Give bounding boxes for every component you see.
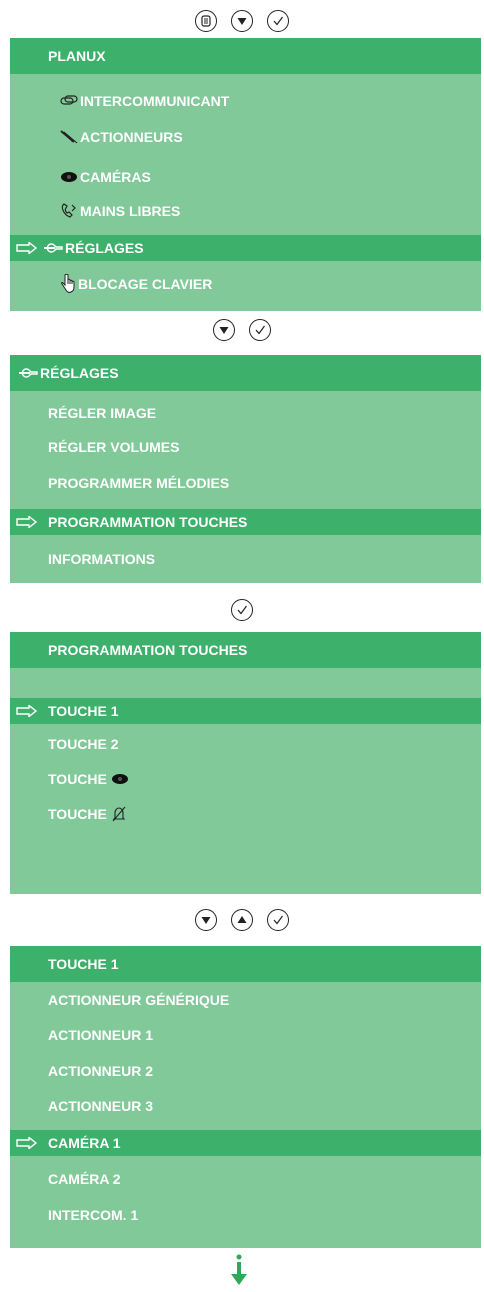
down-button[interactable] [231,10,253,32]
menu-button[interactable] [195,10,217,32]
menu-item-label: MAINS LIBRES [80,203,181,219]
down-button[interactable] [213,319,235,341]
menu-item-intercom-1[interactable]: INTERCOM. 1 [10,1202,481,1228]
menu-item-label: RÉGLER IMAGE [48,405,157,421]
menu-item-label: INTERCOM. 1 [48,1207,139,1223]
menu-item-label: CAMÉRA 1 [48,1135,121,1151]
wrench-icon [18,368,38,378]
button-row-3 [0,599,484,621]
menu-item-actionneur-generique[interactable]: ACTIONNEUR GÉNÉRIQUE [10,987,481,1013]
confirm-button[interactable] [267,909,289,931]
button-row-4 [0,909,484,931]
triangle-down-icon [201,917,211,924]
menu-item-actionneurs[interactable]: ACTIONNEURS [10,124,481,150]
button-row-2 [0,319,484,341]
down-button[interactable] [195,909,217,931]
check-icon [255,325,265,335]
screen-title: PLANUX [10,38,481,74]
selection-arrow-icon [16,705,38,717]
menu-item-programmation-touches[interactable]: PROGRAMMATION TOUCHES [10,509,481,535]
confirm-button[interactable] [267,10,289,32]
menu-item-touche-bell-off[interactable]: TOUCHE [10,801,481,827]
menu-item-label: CAMÉRAS [80,169,151,185]
check-icon [273,16,283,26]
screen-title: RÉGLAGES [40,365,119,381]
menu-item-reglages[interactable]: RÉGLAGES [10,235,481,261]
bell-off-icon [111,806,127,822]
menu-item-touche-2[interactable]: TOUCHE 2 [10,731,481,757]
screen-title-row: RÉGLAGES [10,355,481,391]
selection-arrow-icon [16,242,38,254]
handsfree-phone-icon [60,202,78,220]
check-icon [237,605,247,615]
selection-arrow-icon [16,516,38,528]
screen-title: TOUCHE 1 [10,946,481,982]
menu-item-regler-image[interactable]: RÉGLER IMAGE [10,400,481,426]
intercom-icon [60,95,78,107]
menu-item-label: TOUCHE [48,806,107,822]
screen-touche-1: TOUCHE 1 ACTIONNEUR GÉNÉRIQUE ACTIONNEUR… [10,946,481,1248]
actuator-icon [60,130,78,144]
menu-item-label: ACTIONNEUR 3 [48,1098,154,1114]
confirm-button[interactable] [231,599,253,621]
menu-item-label: ACTIONNEURS [80,129,183,145]
screen-reglages-menu: RÉGLAGES RÉGLER IMAGE RÉGLER VOLUMES PRO… [10,355,481,583]
scroll-down-arrow-icon [231,1254,247,1285]
menu-item-label: BLOCAGE CLAVIER [78,276,213,292]
menu-item-blocage-clavier[interactable]: BLOCAGE CLAVIER [10,271,481,297]
screen-title: PROGRAMMATION TOUCHES [10,632,481,668]
finger-icon [60,274,76,294]
menu-item-label: PROGRAMMER MÉLODIES [48,475,230,491]
check-icon [273,915,283,925]
menu-item-label: INFORMATIONS [48,551,156,567]
triangle-up-icon [237,916,247,923]
button-row-1 [0,10,484,32]
menu-item-touche-1[interactable]: TOUCHE 1 [10,698,481,724]
menu-item-actionneur-2[interactable]: ACTIONNEUR 2 [10,1058,481,1084]
wrench-icon [43,243,63,253]
menu-icon [201,15,211,27]
menu-item-label: TOUCHE 2 [48,736,119,752]
menu-item-actionneur-1[interactable]: ACTIONNEUR 1 [10,1022,481,1048]
eye-icon [60,171,78,183]
menu-item-label: CAMÉRA 2 [48,1171,121,1187]
selection-arrow-icon [16,1137,38,1149]
menu-item-label: ACTIONNEUR 1 [48,1027,154,1043]
menu-item-informations[interactable]: INFORMATIONS [10,546,481,572]
menu-item-label: ACTIONNEUR GÉNÉRIQUE [48,992,230,1008]
menu-item-camera-2[interactable]: CAMÉRA 2 [10,1166,481,1192]
menu-item-camera-1[interactable]: CAMÉRA 1 [10,1130,481,1156]
menu-item-regler-volumes[interactable]: RÉGLER VOLUMES [10,434,481,460]
menu-item-label: ACTIONNEUR 2 [48,1063,154,1079]
menu-item-label: TOUCHE [48,771,107,787]
menu-item-touche-camera[interactable]: TOUCHE [10,766,481,792]
confirm-button[interactable] [249,319,271,341]
eye-icon [111,773,129,785]
menu-item-label: INTERCOMMUNICANT [80,93,230,109]
menu-item-mains-libres[interactable]: MAINS LIBRES [10,198,481,224]
up-button[interactable] [231,909,253,931]
screen-programmation-touches: PROGRAMMATION TOUCHES TOUCHE 1 TOUCHE 2 … [10,632,481,894]
triangle-down-icon [219,327,229,334]
menu-item-programmer-melodies[interactable]: PROGRAMMER MÉLODIES [10,470,481,496]
menu-item-label: PROGRAMMATION TOUCHES [48,514,248,530]
menu-item-actionneur-3[interactable]: ACTIONNEUR 3 [10,1093,481,1119]
menu-item-label: RÉGLER VOLUMES [48,439,180,455]
menu-item-label: TOUCHE 1 [48,703,119,719]
screen-planux-menu: PLANUX INTERCOMMUNICANT ACTIONNEURS CAMÉ… [10,38,481,311]
menu-item-label: RÉGLAGES [65,240,144,256]
menu-item-intercommunicant[interactable]: INTERCOMMUNICANT [10,88,481,114]
menu-item-cameras[interactable]: CAMÉRAS [10,164,481,190]
triangle-down-icon [237,18,247,25]
